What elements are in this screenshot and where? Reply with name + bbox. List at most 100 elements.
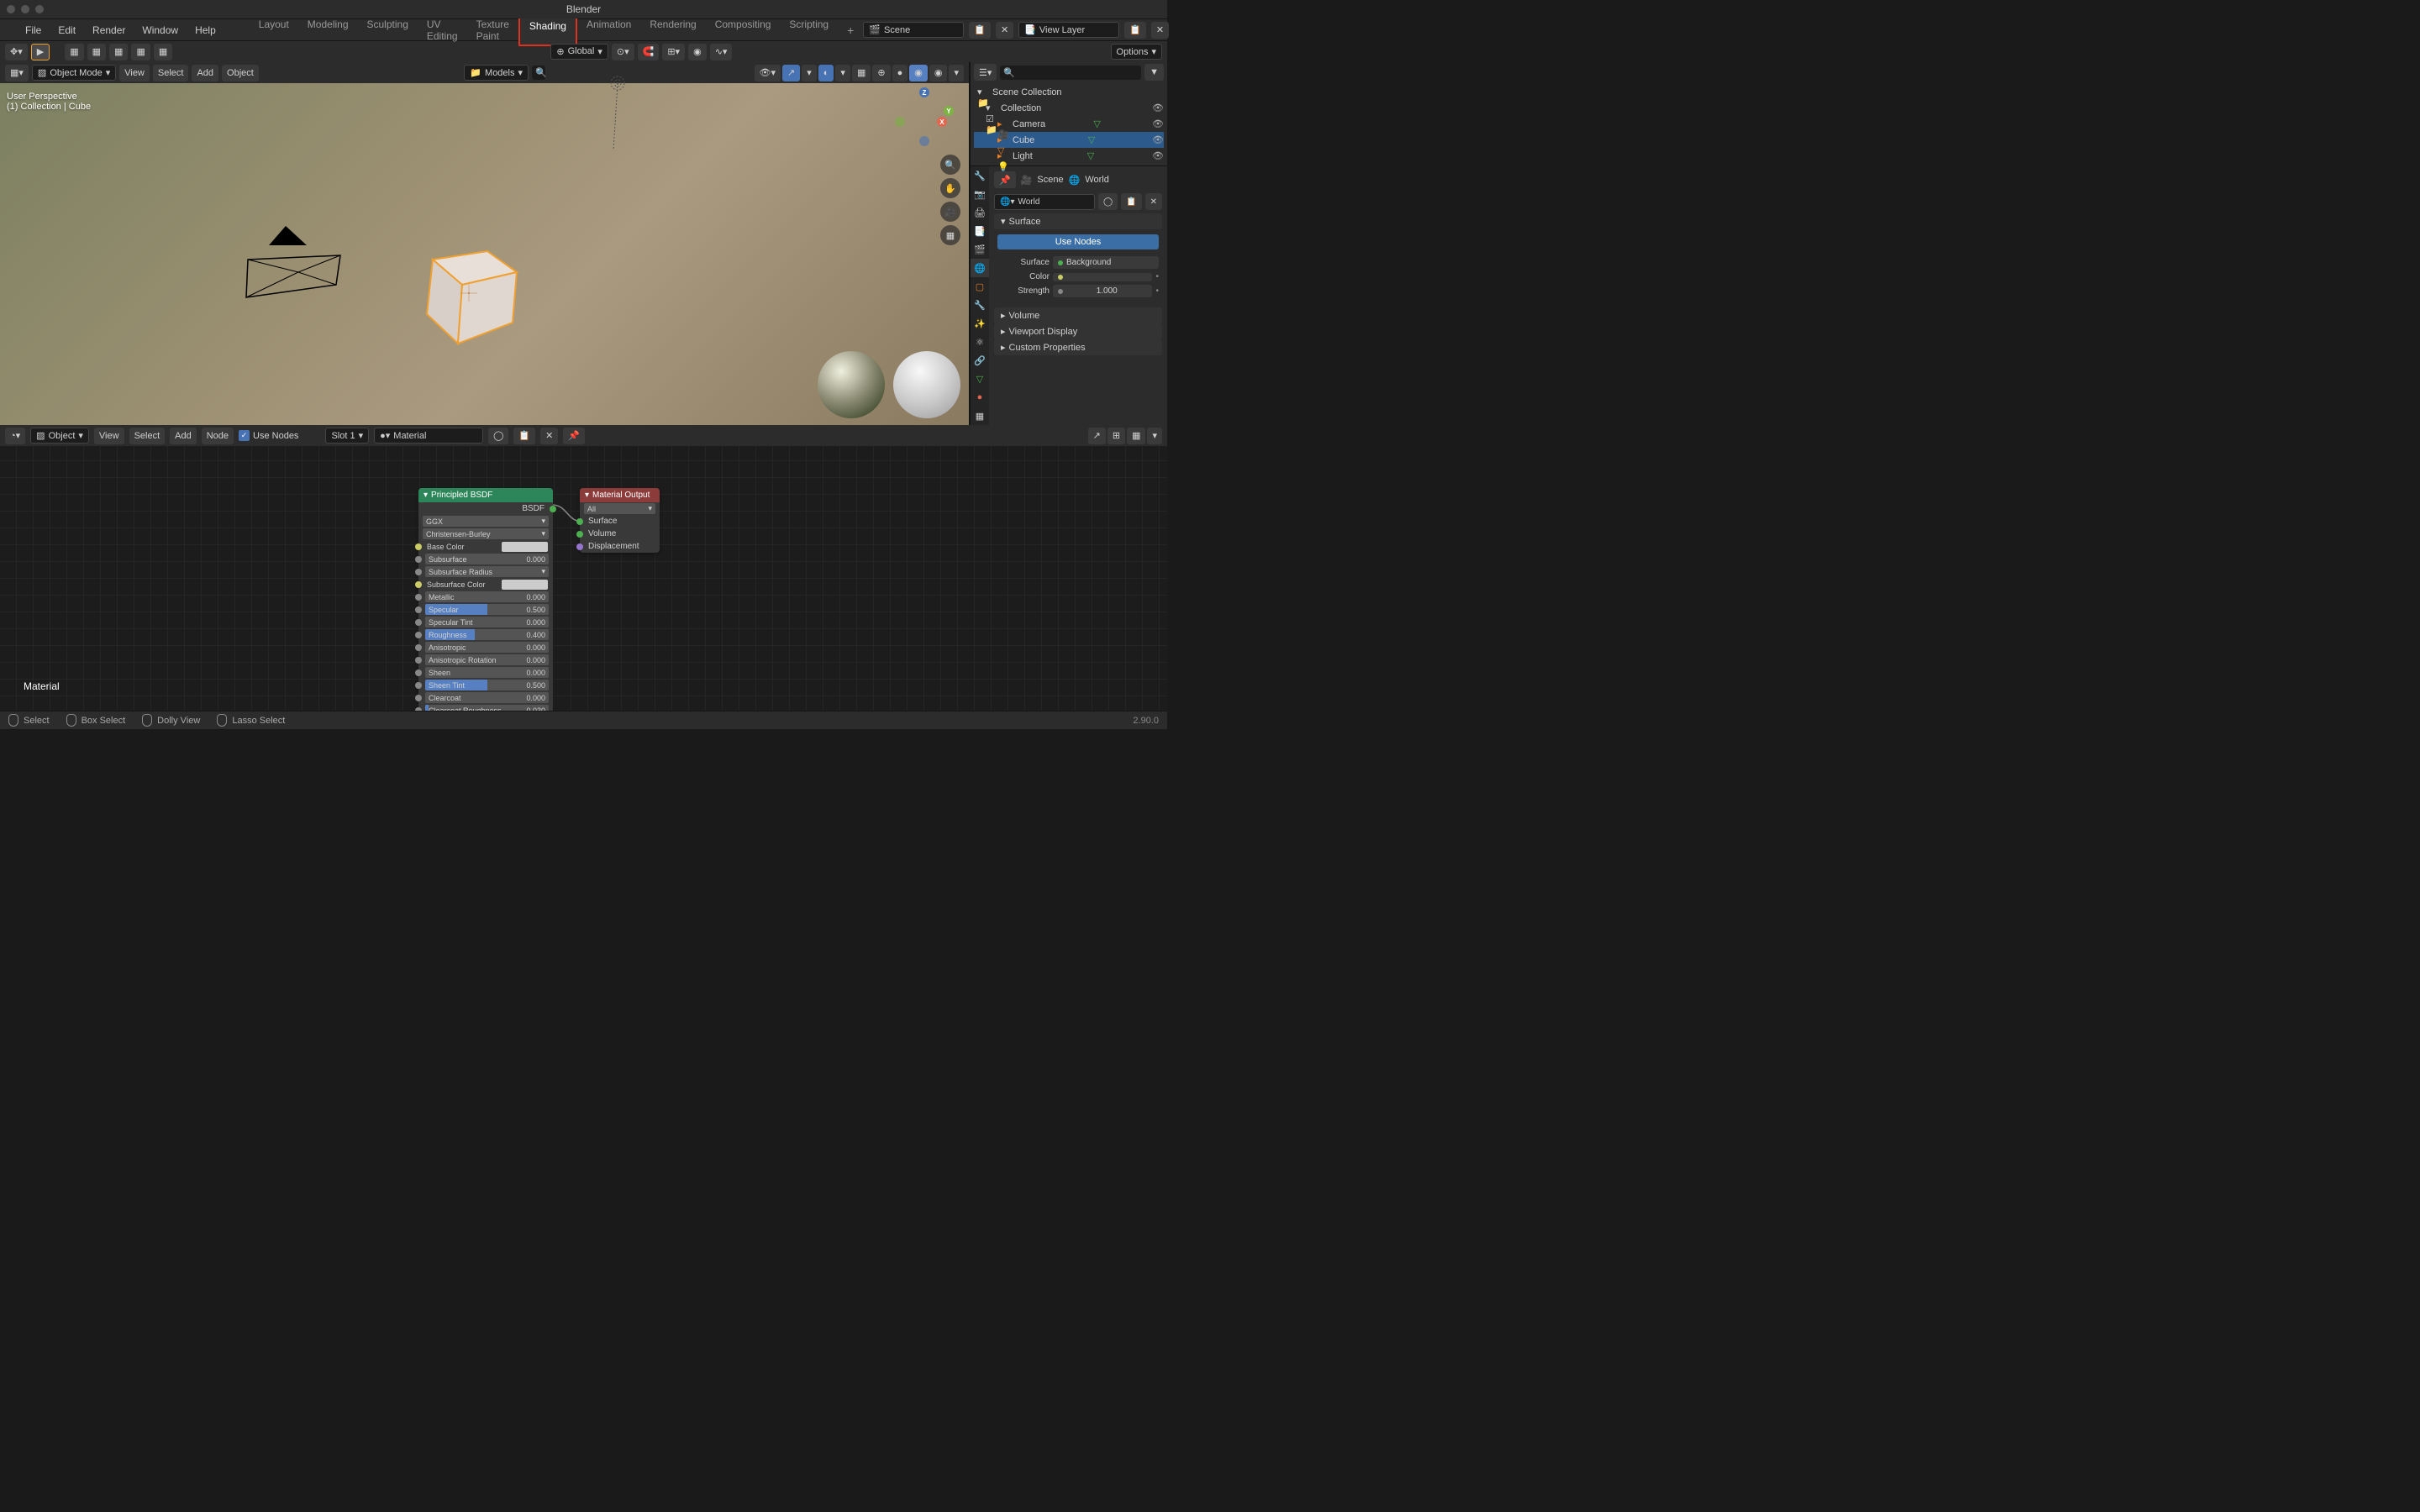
- cube-object[interactable]: [412, 226, 529, 352]
- pin-button[interactable]: 📌: [994, 171, 1016, 188]
- visibility-toggle[interactable]: 👁: [1152, 118, 1164, 129]
- ne-overlay-button[interactable]: ↗: [1088, 428, 1106, 444]
- ne-view-menu[interactable]: View: [94, 428, 124, 444]
- input-socket[interactable]: [415, 657, 422, 664]
- slider[interactable]: Subsurface0.000: [425, 554, 549, 564]
- restrict-icon[interactable]: ▽: [1093, 118, 1100, 129]
- mode-dropdown[interactable]: ▨Object Mode▾: [32, 65, 116, 81]
- shading-solid[interactable]: ●: [892, 65, 908, 81]
- input-socket[interactable]: [415, 682, 422, 689]
- tab-modeling[interactable]: Modeling: [298, 14, 358, 46]
- pivot-dropdown[interactable]: ⊙▾: [612, 44, 634, 60]
- minimize-window-icon[interactable]: [21, 5, 29, 13]
- select-menu[interactable]: Select: [153, 65, 189, 81]
- maximize-window-icon[interactable]: [35, 5, 44, 13]
- bsdf-sheen[interactable]: Sheen0.000: [418, 666, 553, 679]
- strength-value[interactable]: 1.000: [1053, 285, 1152, 297]
- bsdf-specular[interactable]: Specular0.500: [418, 603, 553, 616]
- select-mode-subtract-button[interactable]: ▦: [109, 44, 128, 60]
- menu-render[interactable]: Render: [84, 21, 134, 39]
- surface-input-socket[interactable]: [576, 518, 583, 525]
- tab-layout[interactable]: Layout: [250, 14, 298, 46]
- bsdf-subsurface[interactable]: Subsurface0.000: [418, 553, 553, 565]
- world-unlink[interactable]: ✕: [1145, 193, 1162, 210]
- material-pin[interactable]: 📌: [563, 428, 585, 444]
- new-scene-button[interactable]: 📋: [969, 22, 991, 39]
- material-output-node[interactable]: ▾Material Output All▾ Surface Volume Dis…: [580, 488, 660, 553]
- camera-object[interactable]: [239, 222, 349, 314]
- select-tool-button[interactable]: ▶: [31, 44, 50, 60]
- perspective-toggle-button[interactable]: ▦: [940, 225, 960, 245]
- strength-menu-icon[interactable]: •: [1155, 286, 1159, 296]
- delete-viewlayer-button[interactable]: ✕: [1151, 22, 1169, 39]
- outliner-scene-collection[interactable]: ▾📁 Scene Collection: [974, 84, 1164, 100]
- bsdf-subsurface-color[interactable]: Subsurface Color: [418, 578, 553, 591]
- menu-file[interactable]: File: [17, 21, 50, 39]
- select-mode-extend-button[interactable]: ▦: [87, 44, 106, 60]
- node-editor[interactable]: ◔▾ ▨Object▾ View Select Add Node ✓ Use N…: [0, 425, 1167, 712]
- material-new[interactable]: 📋: [513, 428, 535, 444]
- y-axis-icon[interactable]: Y: [944, 106, 954, 116]
- collection-dropdown[interactable]: 📁Models▾: [464, 65, 529, 81]
- outliner-item-camera[interactable]: ▸ 🎥Camera▽👁: [974, 116, 1164, 132]
- constraint-tab[interactable]: 🔗: [971, 351, 989, 370]
- zoom-button[interactable]: 🔍: [940, 155, 960, 175]
- neg-y-axis-icon[interactable]: [895, 117, 905, 127]
- bsdf-roughness[interactable]: Roughness0.400: [418, 628, 553, 641]
- bsdf-subsurface-radius[interactable]: Subsurface Radius▾: [418, 565, 553, 578]
- world-breadcrumb[interactable]: World: [1085, 175, 1109, 185]
- add-workspace-button[interactable]: +: [838, 19, 863, 41]
- visibility-dropdown[interactable]: 👁▾: [755, 65, 781, 81]
- tab-texture-paint[interactable]: Texture Paint: [467, 14, 518, 46]
- input-socket[interactable]: [415, 619, 422, 626]
- menu-window[interactable]: Window: [134, 21, 187, 39]
- particle-tab[interactable]: ✨: [971, 314, 989, 333]
- ne-options-dropdown[interactable]: ▾: [1147, 428, 1162, 444]
- outliner-item-cube[interactable]: ▸ ▽Cube▽👁: [974, 132, 1164, 148]
- slider[interactable]: Anisotropic0.000: [425, 642, 549, 653]
- input-socket[interactable]: [415, 543, 422, 550]
- proportional-edit-toggle[interactable]: ◉: [688, 44, 707, 60]
- ne-add-menu[interactable]: Add: [170, 428, 197, 444]
- xray-toggle[interactable]: ▦: [852, 65, 871, 81]
- orientation-dropdown[interactable]: ⊕Global▾: [550, 44, 608, 60]
- camera-view-button[interactable]: 🎥: [940, 202, 960, 222]
- physics-tab[interactable]: ⚛: [971, 333, 989, 351]
- light-object[interactable]: [605, 71, 630, 155]
- color-swatch[interactable]: [502, 580, 548, 590]
- volume-input-socket[interactable]: [576, 531, 583, 538]
- material-unlink[interactable]: ✕: [540, 428, 558, 444]
- scene-breadcrumb[interactable]: Scene: [1037, 175, 1063, 185]
- input-socket[interactable]: [415, 569, 422, 575]
- slider[interactable]: Sheen Tint0.500: [425, 680, 549, 690]
- slider[interactable]: Anisotropic Rotation0.000: [425, 654, 549, 665]
- modifier-tab[interactable]: 🔧: [971, 296, 989, 314]
- input-socket[interactable]: [415, 669, 422, 676]
- world-fake-user[interactable]: ◯: [1098, 193, 1118, 210]
- bsdf-node-header[interactable]: ▾Principled BSDF: [418, 488, 553, 502]
- ne-object-dropdown[interactable]: ▨Object▾: [30, 428, 89, 444]
- output-node-header[interactable]: ▾Material Output: [580, 488, 660, 502]
- add-menu[interactable]: Add: [192, 65, 218, 81]
- input-socket[interactable]: [415, 695, 422, 701]
- surface-value-dropdown[interactable]: Background: [1053, 256, 1159, 269]
- material-tab[interactable]: ●: [971, 388, 989, 407]
- scene-selector[interactable]: 🎬Scene: [863, 22, 964, 38]
- data-tab[interactable]: ▽: [971, 370, 989, 388]
- shading-rendered[interactable]: ◉: [929, 65, 948, 81]
- slider[interactable]: Sheen0.000: [425, 667, 549, 678]
- visibility-toggle[interactable]: 👁: [1152, 134, 1164, 145]
- view-menu[interactable]: View: [119, 65, 150, 81]
- shading-wireframe[interactable]: ⊕: [872, 65, 890, 81]
- tab-rendering[interactable]: Rendering: [640, 14, 705, 46]
- snap-dropdown[interactable]: ⊞▾: [662, 44, 685, 60]
- color-swatch[interactable]: [502, 542, 548, 552]
- texture-tab[interactable]: ▦: [971, 407, 989, 425]
- tab-sculpting[interactable]: Sculpting: [358, 14, 418, 46]
- snap-toggle[interactable]: 🧲: [638, 44, 660, 60]
- proportional-dropdown[interactable]: ∿▾: [710, 44, 733, 60]
- input-socket[interactable]: [415, 606, 422, 613]
- x-axis-icon[interactable]: X: [937, 117, 947, 127]
- pan-button[interactable]: ✋: [940, 178, 960, 198]
- delete-scene-button[interactable]: ✕: [996, 22, 1013, 39]
